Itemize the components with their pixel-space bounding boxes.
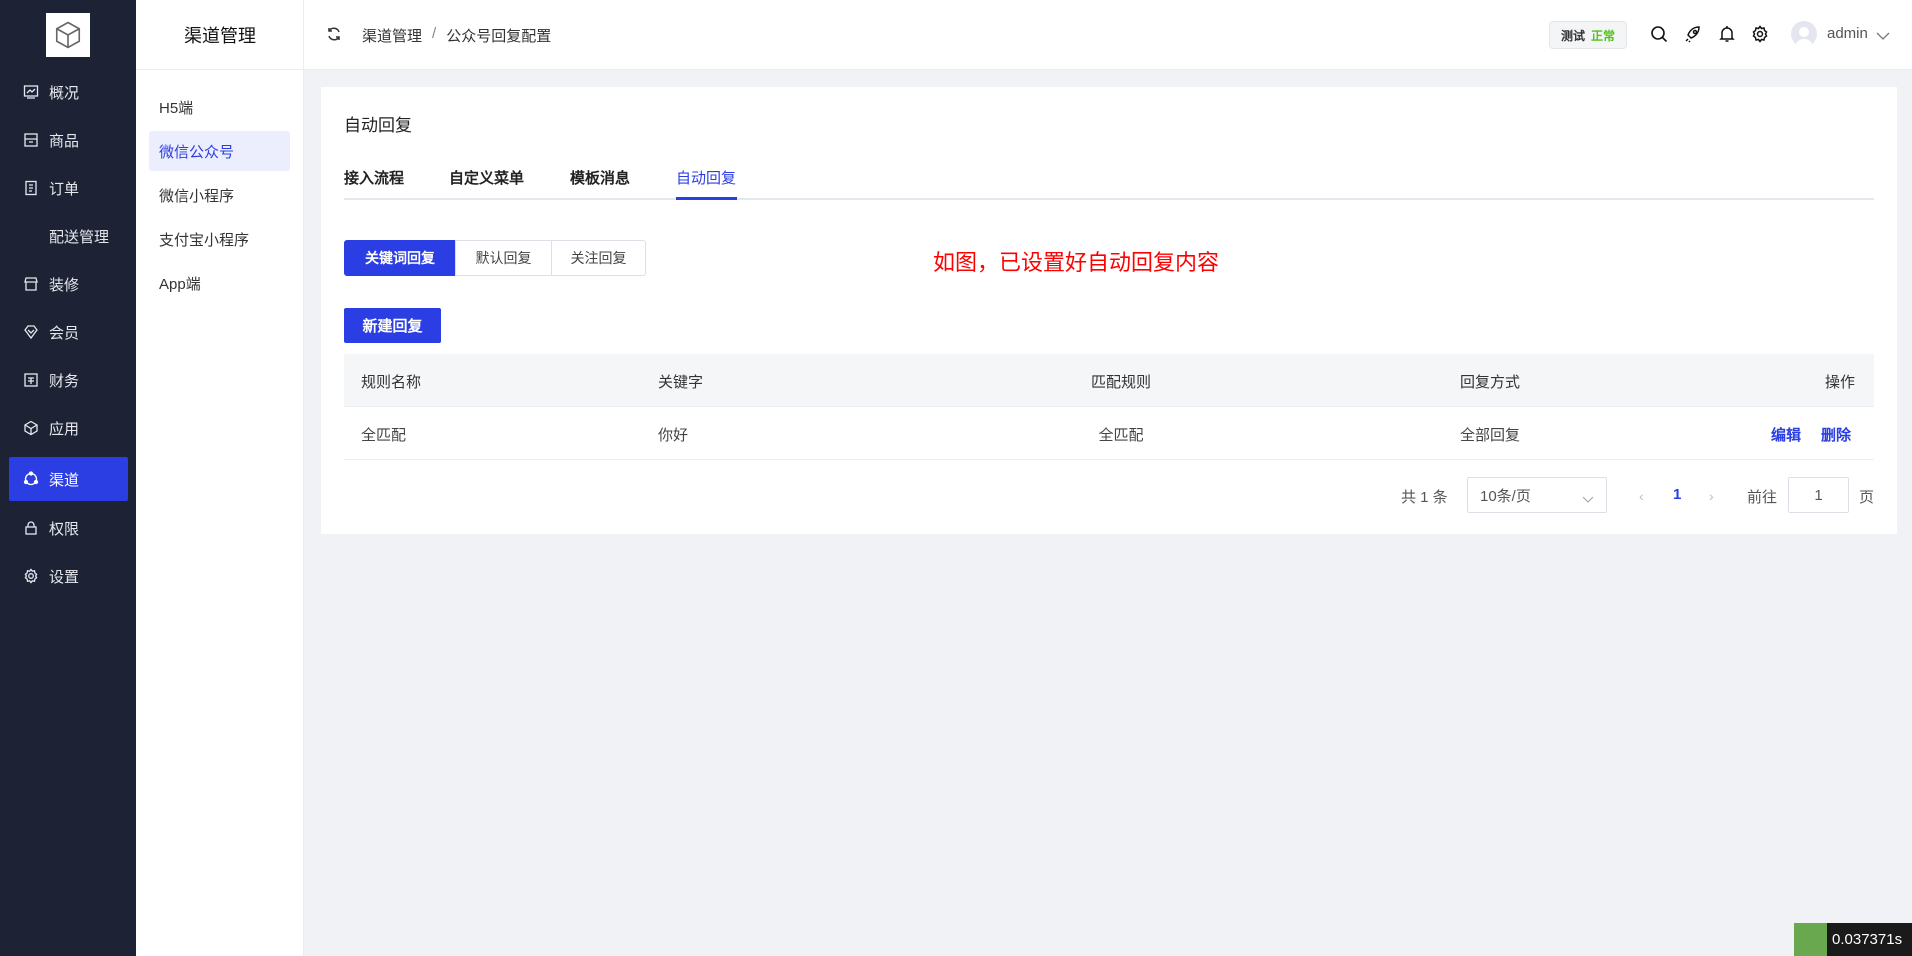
column-header-actions: 操作: [1824, 374, 1855, 391]
prev-page-icon[interactable]: ‹: [1639, 488, 1644, 504]
sidebar-item-1[interactable]: 商品: [9, 118, 128, 162]
column-header-name: 规则名称: [361, 374, 422, 391]
env-label: 测试: [1560, 28, 1585, 43]
env-status: 正常: [1591, 28, 1616, 43]
page-number-current[interactable]: 1: [1673, 486, 1681, 503]
tab-0[interactable]: 接入流程: [344, 167, 404, 188]
tab-3[interactable]: 自动回复: [676, 167, 736, 188]
chart-icon: [23, 84, 39, 100]
cell-name: 全匹配: [361, 427, 407, 444]
page-title: 自动回复: [344, 116, 412, 135]
sidebar-item-6[interactable]: 财务: [9, 358, 128, 402]
breadcrumb-item[interactable]: 渠道管理: [362, 25, 422, 46]
sidebar-item-label: 配送管理: [49, 228, 110, 246]
sidebar-item-10[interactable]: 设置: [9, 554, 128, 598]
annotation-text: 如图，已设置好自动回复内容: [933, 250, 1220, 275]
segment-2[interactable]: 关注回复: [551, 240, 646, 276]
sidebar-item-8[interactable]: 渠道: [9, 457, 128, 501]
cube-logo-icon: [55, 21, 81, 49]
goto-label: 前往: [1747, 489, 1778, 506]
secondary-sidebar: 渠道管理 H5端 微信公众号 微信小程序 支付宝小程序 App端: [136, 0, 304, 956]
sidebar-item-label: 概况: [49, 84, 80, 102]
diamond-icon: [23, 324, 39, 340]
sidebar-item-0[interactable]: 概况: [9, 70, 128, 114]
subnav-item[interactable]: 微信公众号: [149, 131, 290, 171]
active-tab-indicator: [676, 197, 737, 200]
sidebar-item-label: 会员: [49, 324, 80, 342]
breadcrumb-separator: /: [432, 25, 437, 42]
sidebar-item-label: 财务: [49, 372, 80, 390]
avatar[interactable]: [1791, 21, 1817, 47]
tabs-divider: [344, 198, 1874, 200]
profiler-logo-icon: [1794, 923, 1827, 956]
box-icon: [23, 132, 39, 148]
column-header-match: 匹配规则: [1091, 374, 1152, 391]
lock-icon: [23, 520, 39, 536]
subnav-item[interactable]: App端: [149, 263, 290, 303]
tab-1[interactable]: 自定义菜单: [449, 167, 524, 188]
pagination-total: 共 1 条: [1401, 489, 1448, 506]
chevron-down-icon[interactable]: [1876, 28, 1890, 45]
segment-1[interactable]: 默认回复: [455, 240, 552, 276]
column-header-keyword: 关键字: [658, 374, 704, 391]
timer-badge: 0.037371s: [1794, 923, 1912, 956]
sidebar-item-label: 应用: [49, 420, 80, 438]
sidebar-item-label: 渠道: [49, 471, 80, 489]
gear-icon: [23, 568, 39, 584]
page-size-select[interactable]: 10条/页: [1467, 477, 1607, 513]
search-icon[interactable]: [1650, 25, 1668, 47]
secondary-sidebar-title: 渠道管理: [136, 0, 304, 70]
sidebar-item-3[interactable]: 配送管理: [9, 214, 128, 258]
sidebar-item-4[interactable]: 装修: [9, 262, 128, 306]
channel-icon: [23, 471, 39, 487]
sidebar-item-label: 设置: [49, 568, 80, 586]
new-reply-button[interactable]: 新建回复: [344, 308, 441, 343]
sidebar-item-7[interactable]: 应用: [9, 406, 128, 450]
sidebar-item-2[interactable]: 订单: [9, 166, 128, 210]
subnav-item[interactable]: H5端: [149, 87, 290, 127]
env-badge: 测试 正常: [1549, 21, 1627, 49]
column-header-reply: 回复方式: [1460, 374, 1521, 391]
logo[interactable]: [46, 13, 90, 57]
timer-value: 0.037371s: [1832, 931, 1903, 948]
cell-reply: 全部回复: [1460, 427, 1521, 444]
page-size-value: 10条/页: [1480, 487, 1531, 505]
bell-icon[interactable]: [1718, 25, 1736, 47]
page-suffix: 页: [1859, 489, 1875, 506]
breadcrumb: 渠道管理 / 公众号回复配置: [362, 25, 551, 46]
store-icon: [23, 276, 39, 292]
goto-page-input[interactable]: 1: [1788, 477, 1849, 513]
delete-link[interactable]: 删除: [1821, 424, 1851, 445]
subnav-item[interactable]: 微信小程序: [149, 175, 290, 215]
main-sidebar: 概况商品订单配送管理装修会员财务应用渠道权限设置: [0, 0, 136, 956]
rocket-icon[interactable]: [1684, 25, 1702, 47]
cube-icon: [23, 420, 39, 436]
subnav-item[interactable]: 支付宝小程序: [149, 219, 290, 259]
breadcrumb-item-current: 公众号回复配置: [446, 28, 552, 45]
chevron-down-icon: [1582, 491, 1594, 508]
sidebar-item-label: 权限: [49, 520, 80, 538]
sidebar-item-9[interactable]: 权限: [9, 506, 128, 550]
cell-keyword: 你好: [658, 427, 689, 444]
sidebar-item-label: 订单: [49, 180, 80, 198]
document-icon: [23, 180, 39, 196]
next-page-icon[interactable]: ›: [1709, 488, 1714, 504]
refresh-icon[interactable]: [326, 26, 342, 46]
sidebar-item-label: 商品: [49, 132, 80, 150]
sidebar-item-5[interactable]: 会员: [9, 310, 128, 354]
top-header: 渠道管理 / 公众号回复配置 测试 正常 admin: [304, 0, 1912, 70]
tab-2[interactable]: 模板消息: [570, 167, 630, 188]
sidebar-item-label: 装修: [49, 276, 80, 294]
content-card: 自动回复 接入流程 自定义菜单 模板消息 自动回复 关键词回复 默认回复 关注回复 如图，…: [321, 87, 1897, 534]
finance-icon: [23, 372, 39, 388]
username[interactable]: admin: [1827, 25, 1868, 42]
edit-link[interactable]: 编辑: [1771, 424, 1801, 445]
segment-0[interactable]: 关键词回复: [344, 240, 456, 276]
gear-icon[interactable]: [1751, 25, 1769, 47]
cell-match: 全匹配: [1098, 427, 1144, 444]
